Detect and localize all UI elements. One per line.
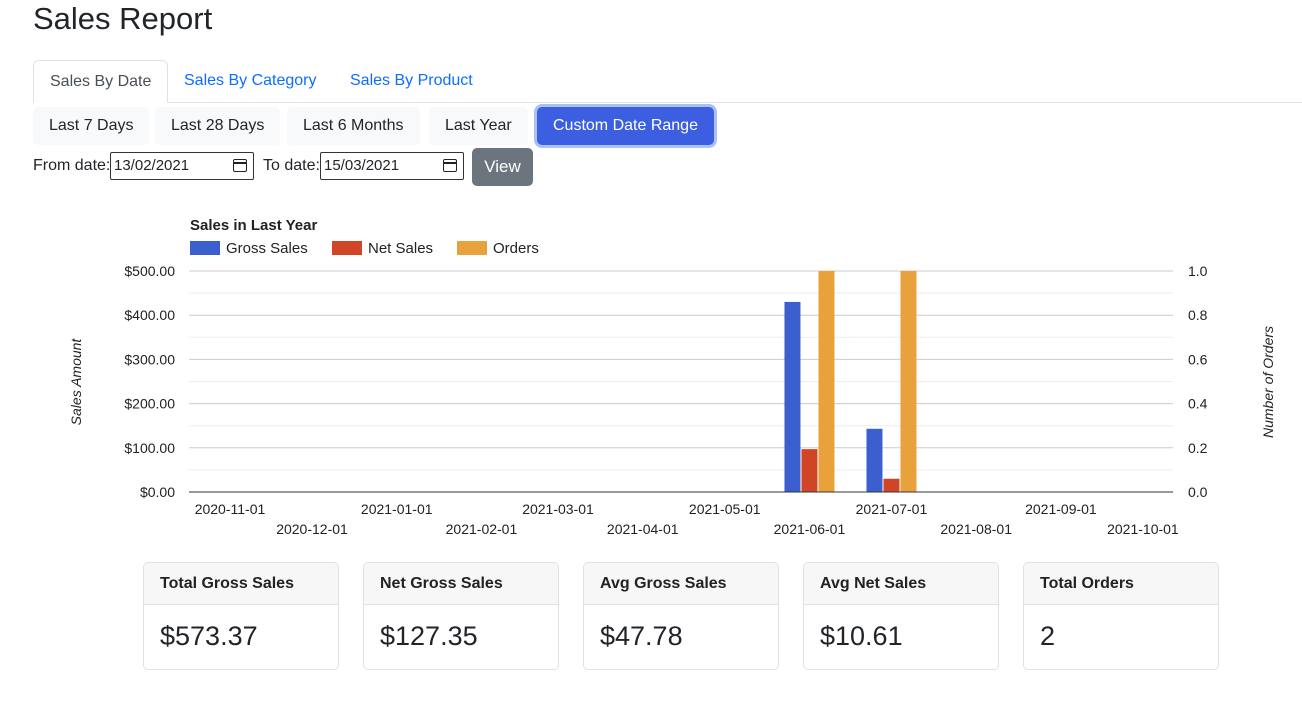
tab-sales-by-category[interactable]: Sales By Category <box>168 60 333 102</box>
y-tick-label: $0.00 <box>140 484 175 500</box>
calendar-icon[interactable] <box>443 159 457 172</box>
to-date-value: 15/03/2021 <box>324 157 400 174</box>
sales-chart: $0.00 $100.00 $200.00 $300.00 $400.00 $500.00… <box>68 217 1276 537</box>
chart-axes: $0.00 $100.00 $200.00 $300.00 $400.00 $500.00… <box>124 263 1207 537</box>
x-tick-label: 2020-11-01 <box>195 501 266 517</box>
y2-tick-label: 0.8 <box>1188 307 1208 323</box>
x-tick-label: 2021-03-01 <box>522 501 594 517</box>
page-title: Sales Report <box>33 1 213 36</box>
y2-tick-label: 1.0 <box>1188 263 1208 279</box>
legend-label: Gross Sales <box>226 240 308 257</box>
x-tick-label: 2021-09-01 <box>1025 501 1097 517</box>
from-date-input[interactable]: 13/02/2021 <box>110 152 254 180</box>
y-tick-label: $300.00 <box>124 351 175 367</box>
last-28-days-button[interactable]: Last 28 Days <box>155 107 281 145</box>
card-value: $127.35 <box>380 621 478 651</box>
bar-orders <box>818 271 835 492</box>
y2-tick-label: 0.0 <box>1188 484 1208 500</box>
legend-swatch <box>332 241 362 255</box>
custom-date-range-button[interactable]: Custom Date Range <box>537 107 714 145</box>
y-tick-label: $500.00 <box>124 263 175 279</box>
last-year-button[interactable]: Last Year <box>429 107 528 145</box>
summary-card-total-gross-sales: Total Gross Sales $573.37 <box>143 562 339 670</box>
x-tick-label: 2021-10-01 <box>1107 521 1179 537</box>
card-header: Avg Net Sales <box>804 563 998 605</box>
bar-net-sales <box>801 449 818 492</box>
calendar-icon[interactable] <box>233 159 247 172</box>
legend-swatch <box>190 241 220 255</box>
card-value: $47.78 <box>600 621 683 651</box>
x-tick-label: 2021-01-01 <box>361 501 433 517</box>
tab-sales-by-product[interactable]: Sales By Product <box>334 60 489 102</box>
from-date-label: From date: <box>33 157 111 174</box>
card-value: 2 <box>1040 621 1056 651</box>
x-tick-label: 2021-05-01 <box>689 501 761 517</box>
card-header: Total Gross Sales <box>144 563 338 605</box>
report-tabs: Sales By Date Sales By Category Sales By… <box>33 60 1302 103</box>
y2-axis-label: Number of Orders <box>1260 326 1276 438</box>
legend-label: Orders <box>493 240 539 257</box>
chart-grid <box>189 270 1173 493</box>
x-tick-label: 2021-04-01 <box>607 521 679 537</box>
bar-orders <box>900 271 917 492</box>
tab-sales-by-date[interactable]: Sales By Date <box>33 60 169 103</box>
bar-gross-sales <box>866 428 883 492</box>
x-tick-label: 2021-02-01 <box>446 521 518 537</box>
view-button[interactable]: View <box>472 148 533 186</box>
summary-card-net-gross-sales: Net Gross Sales $127.35 <box>363 562 559 670</box>
card-value: $10.61 <box>820 621 903 651</box>
x-tick-label: 2021-06-01 <box>774 521 846 537</box>
last-7-days-button[interactable]: Last 7 Days <box>33 107 150 145</box>
card-value: $573.37 <box>160 621 258 651</box>
chart-title: Sales in Last Year <box>190 217 317 234</box>
y2-tick-label: 0.2 <box>1188 440 1208 456</box>
y2-tick-label: 0.4 <box>1188 396 1208 412</box>
card-header: Total Orders <box>1024 563 1218 605</box>
x-tick-label: 2021-07-01 <box>856 501 928 517</box>
x-tick-label: 2020-12-01 <box>276 521 348 537</box>
card-header: Avg Gross Sales <box>584 563 778 605</box>
to-date-label: To date: <box>263 157 320 174</box>
card-header: Net Gross Sales <box>364 563 558 605</box>
legend-swatch <box>457 241 487 255</box>
y-tick-label: $400.00 <box>124 307 175 323</box>
y-tick-label: $200.00 <box>124 396 175 412</box>
to-date-input[interactable]: 15/03/2021 <box>320 152 464 180</box>
bar-net-sales <box>883 478 900 492</box>
bar-gross-sales <box>784 301 801 492</box>
chart-legend: Gross Sales Net Sales Orders <box>190 240 539 257</box>
summary-card-total-orders: Total Orders 2 <box>1023 562 1219 670</box>
y-tick-label: $100.00 <box>124 440 175 456</box>
last-6-months-button[interactable]: Last 6 Months <box>287 107 420 145</box>
from-date-value: 13/02/2021 <box>114 157 190 174</box>
x-tick-label: 2021-08-01 <box>940 521 1012 537</box>
y-axis-label: Sales Amount <box>68 338 84 426</box>
legend-label: Net Sales <box>368 240 433 257</box>
summary-card-avg-net-sales: Avg Net Sales $10.61 <box>803 562 999 670</box>
summary-card-avg-gross-sales: Avg Gross Sales $47.78 <box>583 562 779 670</box>
y2-tick-label: 0.6 <box>1188 351 1208 367</box>
